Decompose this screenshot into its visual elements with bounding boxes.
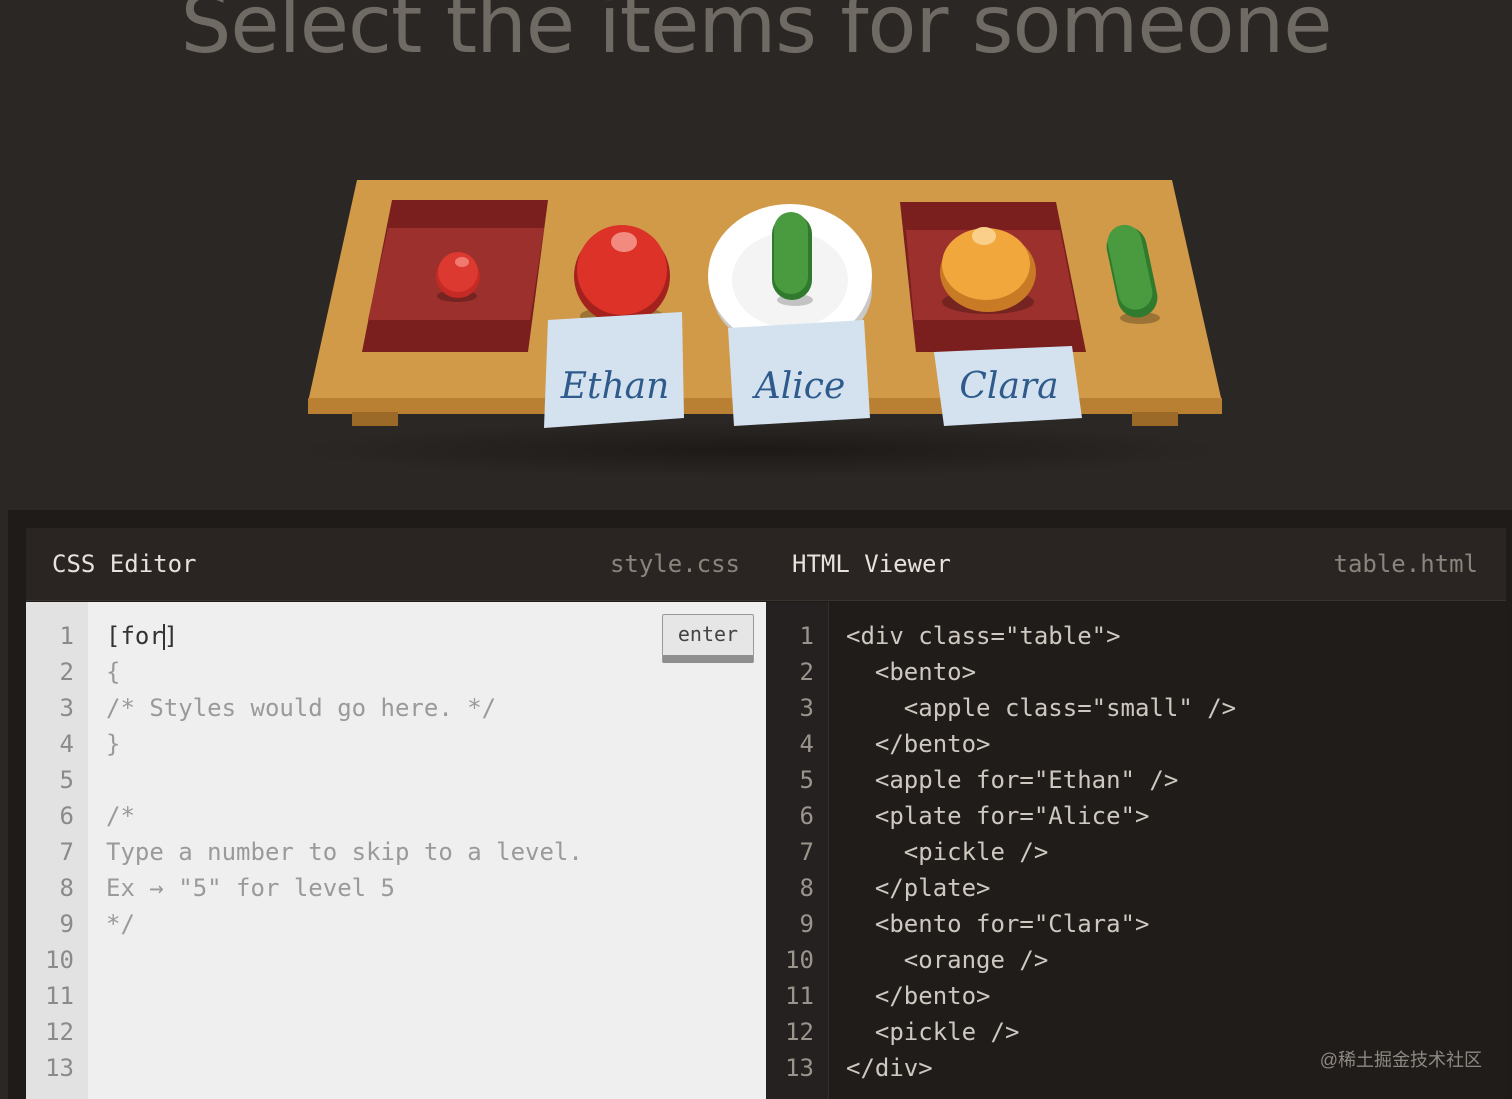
html-line-number: 4 xyxy=(799,730,814,758)
css-code-line: Type a number to skip to a level. xyxy=(106,838,583,866)
html-viewer-header: HTML Viewer table.html xyxy=(766,528,1506,601)
apple-ethan[interactable] xyxy=(574,225,670,326)
html-line-number: 11 xyxy=(785,982,814,1010)
css-input[interactable]: [for] xyxy=(106,618,178,654)
css-line-number: 1 xyxy=(59,622,74,650)
html-code-line: <bento> xyxy=(846,658,977,686)
card-label-alice: Alice xyxy=(754,366,846,407)
table-scene xyxy=(290,180,1230,478)
html-line-number: 12 xyxy=(785,1018,814,1046)
css-file-name: style.css xyxy=(609,550,740,578)
css-code-line: /* Styles would go here. */ xyxy=(106,694,497,722)
bento-left[interactable] xyxy=(362,200,548,352)
html-line-number: 5 xyxy=(799,766,814,794)
card-label-ethan: Ethan xyxy=(560,366,670,407)
css-input-text-after: ] xyxy=(163,622,179,650)
card-label-clara: Clara xyxy=(959,366,1059,407)
html-file-name: table.html xyxy=(1333,550,1479,578)
css-code-line: { xyxy=(106,658,121,686)
css-line-number: 7 xyxy=(59,838,74,866)
css-line-number: 2 xyxy=(59,658,74,686)
html-code-line: </bento> xyxy=(846,982,991,1010)
html-line-number: 7 xyxy=(799,838,814,866)
html-code-line: <apple for="Ethan" /> xyxy=(846,766,1179,794)
html-viewer-title: HTML Viewer xyxy=(792,550,951,578)
pickle-on-plate[interactable] xyxy=(772,212,813,306)
css-line-number: 12 xyxy=(45,1018,74,1046)
watermark: @稀土掘金技术社区 xyxy=(1319,1050,1482,1070)
css-line-number: 3 xyxy=(59,694,74,722)
html-code-line: <orange /> xyxy=(846,946,1049,974)
html-line-number: 3 xyxy=(799,694,814,722)
enter-button[interactable]: enter xyxy=(662,614,754,663)
css-line-number: 13 xyxy=(45,1054,74,1082)
css-line-number: 11 xyxy=(45,982,74,1010)
html-code-line: <apple class="small" /> xyxy=(846,694,1237,722)
html-line-number: 10 xyxy=(785,946,814,974)
bento-clara[interactable] xyxy=(900,202,1086,352)
css-line-number: 9 xyxy=(59,910,74,938)
html-line-number: 9 xyxy=(799,910,814,938)
html-line-number: 13 xyxy=(785,1054,814,1082)
html-code-line: <pickle /> xyxy=(846,838,1049,866)
html-code-line: </plate> xyxy=(846,874,991,902)
html-viewer-body: 1 2 3 4 5 6 7 8 9 10 11 12 13 <div class="table"> <b… xyxy=(766,602,1506,1099)
html-code-line: <bento for="Clara"> xyxy=(846,910,1150,938)
html-line-number: 2 xyxy=(799,658,814,686)
css-line-number: 8 xyxy=(59,874,74,902)
html-line-number: 6 xyxy=(799,802,814,830)
css-line-number: 10 xyxy=(45,946,74,974)
html-line-number: 1 xyxy=(799,622,814,650)
html-code-line: <plate for="Alice"> xyxy=(846,802,1150,830)
html-code-line: </div> xyxy=(846,1054,933,1082)
html-code-line: <pickle /> xyxy=(846,1018,1020,1046)
css-code-line: /* xyxy=(106,802,135,830)
css-line-number: 5 xyxy=(59,766,74,794)
css-editor-title: CSS Editor xyxy=(52,550,197,578)
html-line-number: 8 xyxy=(799,874,814,902)
css-code-line: } xyxy=(106,730,121,758)
css-code-line: */ xyxy=(106,910,135,938)
css-editor-body[interactable]: 1 2 3 4 5 6 7 8 9 10 11 12 13 [for] {/* Styles would… xyxy=(26,602,766,1099)
css-line-number: 4 xyxy=(59,730,74,758)
html-code-line: </bento> xyxy=(846,730,991,758)
small-apple[interactable] xyxy=(436,252,480,302)
css-code-line: Ex → "5" for level 5 xyxy=(106,874,395,902)
css-editor-header: CSS Editor style.css xyxy=(26,528,766,601)
css-line-number: 6 xyxy=(59,802,74,830)
html-code-line: <div class="table"> xyxy=(846,622,1121,650)
css-input-text: [for xyxy=(106,622,164,650)
